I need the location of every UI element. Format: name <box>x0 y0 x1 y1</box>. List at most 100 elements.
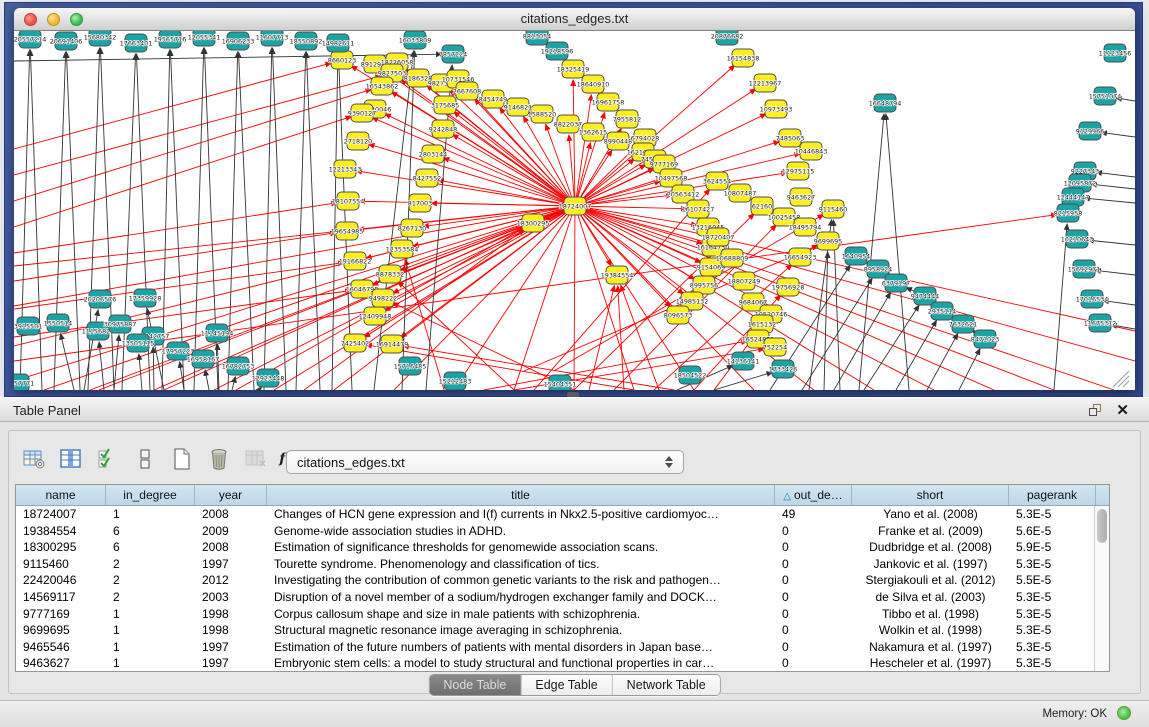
table-cell[interactable]: Tourette syndrome. Phenomenology and cla… <box>267 556 775 573</box>
network-node[interactable]: 16033809 <box>399 31 432 49</box>
network-node[interactable]: 3175685 <box>431 96 459 114</box>
zoom-window-button[interactable] <box>70 13 83 26</box>
network-node[interactable]: 12213967 <box>749 74 782 92</box>
network-node[interactable]: 8660123 <box>328 51 356 69</box>
network-node[interactable]: 7485063 <box>776 129 804 147</box>
window-titlebar[interactable]: citations_edges.txt <box>14 8 1135 31</box>
show-columns-button[interactable] <box>57 445 85 473</box>
tab-edge-table[interactable]: Edge Table <box>521 675 612 695</box>
delete-column-button[interactable] <box>205 445 233 473</box>
network-node[interactable]: 11607713 <box>256 31 289 46</box>
column-header-title[interactable]: title <box>267 485 775 505</box>
network-node[interactable]: 9699695 <box>814 232 842 250</box>
table-cell[interactable]: 2003 <box>195 589 267 606</box>
table-cell[interactable]: 5.9E-5 <box>1009 539 1094 556</box>
network-node[interactable]: 17359928 <box>129 289 162 307</box>
tab-node-table[interactable]: Node Table <box>429 675 521 695</box>
network-node[interactable]: 2718120 <box>344 132 372 150</box>
table-cell[interactable]: 19384554 <box>16 523 106 540</box>
table-cell[interactable]: Hescheler et al. (1997) <box>852 655 1009 671</box>
network-node[interactable]: 12923448 <box>252 369 285 387</box>
table-cell[interactable]: Tibbo et al. (1998) <box>852 606 1009 623</box>
table-cell[interactable]: Nakamura et al. (1997) <box>852 639 1009 656</box>
network-node[interactable]: 9463627 <box>787 188 815 206</box>
network-node[interactable]: 8267130 <box>398 219 426 237</box>
table-panel-header[interactable]: Table Panel ✕ <box>0 397 1149 422</box>
table-cell[interactable]: 5.3E-5 <box>1009 655 1094 671</box>
table-cell[interactable]: 5.5E-5 <box>1009 572 1094 589</box>
network-node[interactable]: 16154838 <box>727 49 760 67</box>
network-node[interactable]: 18807249 <box>728 272 761 290</box>
network-node[interactable]: 6379197 <box>882 274 910 292</box>
table-cell[interactable]: 22420046 <box>16 572 106 589</box>
column-header-in_degree[interactable]: in_degree <box>106 485 195 505</box>
table-cell[interactable]: 1 <box>106 639 195 656</box>
network-node[interactable]: 8878332 <box>376 265 404 283</box>
table-row[interactable]: 2242004622012Investigating the contribut… <box>16 572 1094 589</box>
table-cell[interactable]: 1998 <box>195 622 267 639</box>
network-node[interactable]: 1550514 <box>44 314 72 332</box>
table-cell[interactable]: 0 <box>775 556 852 573</box>
table-cell[interactable]: 9463627 <box>16 655 106 671</box>
table-cell[interactable]: Yano et al. (2008) <box>852 506 1009 523</box>
table-cell[interactable]: 9465546 <box>16 639 106 656</box>
table-cell[interactable]: 0 <box>775 589 852 606</box>
table-cell[interactable]: 5.3E-5 <box>1009 589 1094 606</box>
network-node[interactable]: 7857224 <box>439 45 467 63</box>
network-node[interactable]: 12975115 <box>782 162 815 180</box>
table-cell[interactable]: Investigating the contribution of common… <box>267 572 775 589</box>
network-view-window[interactable]: citations_edges.txt 18724007183254191864… <box>14 8 1135 390</box>
table-cell[interactable]: Corpus callosum shape and size in male p… <box>267 606 775 623</box>
minimize-window-button[interactable] <box>47 13 60 26</box>
table-row[interactable]: 946554611997Estimation of the future num… <box>16 639 1094 656</box>
network-node[interactable]: 3915501 <box>14 317 42 335</box>
tab-network-table[interactable]: Network Table <box>613 675 720 695</box>
network-node[interactable]: 8215958 <box>1054 204 1082 222</box>
table-cell[interactable]: 0 <box>775 639 852 656</box>
network-node[interactable]: 8427552 <box>413 169 441 187</box>
table-cell[interactable]: 9777169 <box>16 606 106 623</box>
network-node[interactable]: 20876682 <box>711 31 744 45</box>
table-cell[interactable]: Structural magnetic resonance image aver… <box>267 622 775 639</box>
table-cell[interactable]: 2008 <box>195 539 267 556</box>
table-cell[interactable]: 0 <box>775 572 852 589</box>
table-row[interactable]: 946362711997Embryonic stem cells: a mode… <box>16 655 1094 671</box>
network-node[interactable]: 19565716 <box>154 31 187 48</box>
network-node[interactable]: 15716485 <box>394 357 427 375</box>
table-settings-button[interactable] <box>20 445 48 473</box>
network-node[interactable]: 7425402 <box>341 334 369 352</box>
network-node[interactable]: 2935114 <box>928 302 956 320</box>
network-node[interactable]: 14982611 <box>322 34 355 52</box>
table-cell[interactable]: 5.3E-5 <box>1009 556 1094 573</box>
create-column-button[interactable] <box>168 445 196 473</box>
network-node[interactable]: 8813054 <box>523 31 551 45</box>
network-node[interactable]: 18107554 <box>332 192 365 210</box>
import-table-button[interactable] <box>242 445 270 473</box>
table-cell[interactable]: 1998 <box>195 606 267 623</box>
network-node[interactable]: 16648794 <box>869 94 902 112</box>
network-node[interactable]: 20691406 <box>50 32 83 50</box>
table-cell[interactable]: 1 <box>106 506 195 523</box>
column-header-out_de[interactable]: △out_de… <box>775 485 852 505</box>
table-cell[interactable]: 1 <box>106 622 195 639</box>
network-node[interactable]: 17663401 <box>120 34 153 52</box>
network-node[interactable]: 15404351 <box>544 375 577 390</box>
table-row[interactable]: 969969511998Structural magnetic resonanc… <box>16 622 1094 639</box>
table-row[interactable]: 977716911998Corpus callosum shape and si… <box>16 606 1094 623</box>
table-cell[interactable]: Jankovic et al. (1997) <box>852 556 1009 573</box>
network-node[interactable]: 817003 <box>408 194 432 212</box>
table-cell[interactable]: 1997 <box>195 556 267 573</box>
network-node[interactable]: 2667608 <box>453 82 481 100</box>
table-cell[interactable]: 18724007 <box>16 506 106 523</box>
table-cell[interactable]: 1 <box>106 606 195 623</box>
network-node[interactable]: 12353584 <box>386 240 419 258</box>
network-node[interactable]: 9129966 <box>1076 122 1104 140</box>
scrollbar-thumb[interactable] <box>1097 509 1107 543</box>
table-cell[interactable]: Estimation of significance thresholds fo… <box>267 539 775 556</box>
network-node[interactable]: 15692971 <box>1068 260 1101 278</box>
table-cell[interactable]: 0 <box>775 655 852 671</box>
table-selector-combo[interactable]: citations_edges.txt <box>286 450 684 474</box>
float-panel-icon[interactable] <box>1089 404 1102 417</box>
table-cell[interactable]: 0 <box>775 539 852 556</box>
table-cell[interactable]: 6 <box>106 539 195 556</box>
